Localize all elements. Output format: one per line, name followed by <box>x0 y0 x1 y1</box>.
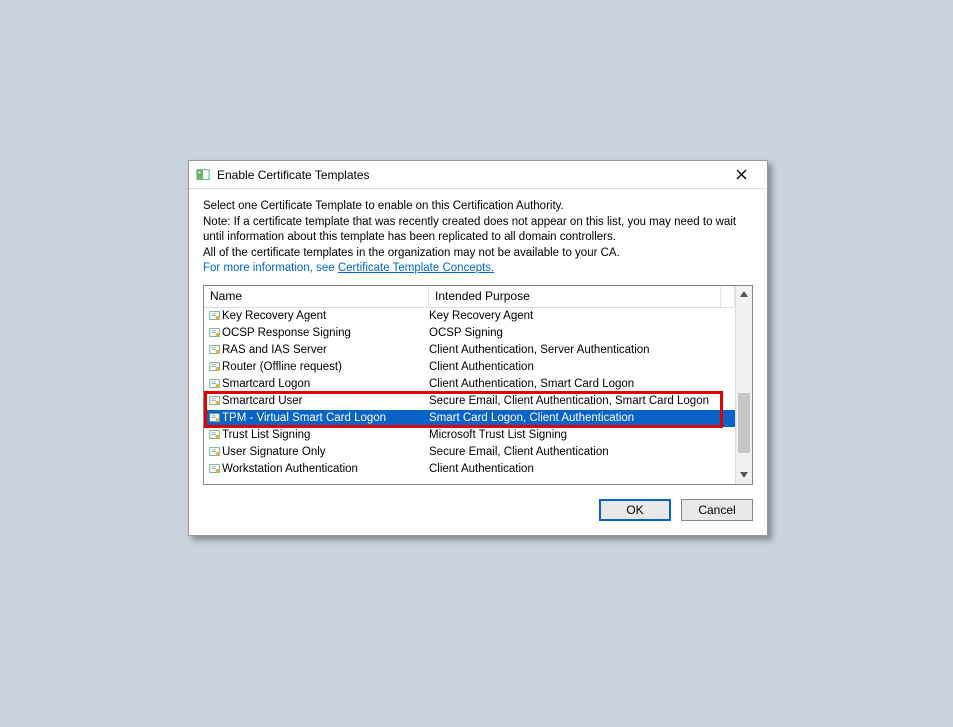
certificate-icon <box>204 309 222 323</box>
table-row[interactable]: Smartcard LogonClient Authentication, Sm… <box>204 376 735 393</box>
concepts-link[interactable]: Certificate Template Concepts. <box>338 262 494 274</box>
row-purpose: Client Authentication <box>429 361 735 373</box>
certificate-icon <box>204 411 222 425</box>
chevron-down-icon <box>740 472 748 478</box>
certificate-icon <box>204 360 222 374</box>
scrollbar-thumb[interactable] <box>738 393 750 453</box>
intro-text: Select one Certificate Template to enabl… <box>203 199 753 277</box>
certificate-template-icon <box>195 167 211 183</box>
intro-link-line: For more information, see Certificate Te… <box>203 261 753 277</box>
row-name: Smartcard User <box>222 395 429 407</box>
enable-certificate-templates-dialog: Enable Certificate Templates Select one … <box>188 160 768 536</box>
table-row[interactable]: User Signature OnlySecure Email, Client … <box>204 444 735 461</box>
row-name: Key Recovery Agent <box>222 310 429 322</box>
titlebar: Enable Certificate Templates <box>189 161 767 189</box>
dialog-body: Select one Certificate Template to enabl… <box>189 189 767 535</box>
ok-button[interactable]: OK <box>599 499 671 521</box>
row-name: Workstation Authentication <box>222 463 429 475</box>
row-purpose: Key Recovery Agent <box>429 310 735 322</box>
row-name: User Signature Only <box>222 446 429 458</box>
row-purpose: OCSP Signing <box>429 327 735 339</box>
row-name: OCSP Response Signing <box>222 327 429 339</box>
scrollbar-track[interactable] <box>736 303 752 467</box>
row-name: TPM - Virtual Smart Card Logon <box>222 412 429 424</box>
table-row[interactable]: Workstation AuthenticationClient Authent… <box>204 461 735 478</box>
template-list: Name Intended Purpose Key Recovery Agent… <box>203 285 753 485</box>
certificate-icon <box>204 428 222 442</box>
scroll-up-button[interactable] <box>736 286 752 303</box>
vertical-scrollbar[interactable] <box>735 286 752 484</box>
close-icon <box>736 169 747 180</box>
intro-line-3: All of the certificate templates in the … <box>203 246 753 262</box>
column-headers: Name Intended Purpose <box>204 286 735 308</box>
row-purpose: Smart Card Logon, Client Authentication <box>429 412 735 424</box>
table-row[interactable]: Router (Offline request)Client Authentic… <box>204 359 735 376</box>
table-row[interactable]: RAS and IAS ServerClient Authentication,… <box>204 342 735 359</box>
certificate-icon <box>204 394 222 408</box>
certificate-icon <box>204 462 222 476</box>
table-row[interactable]: Key Recovery AgentKey Recovery Agent <box>204 308 735 325</box>
row-purpose: Microsoft Trust List Signing <box>429 429 735 441</box>
cancel-button[interactable]: Cancel <box>681 499 753 521</box>
rows-container: Key Recovery AgentKey Recovery Agent OCS… <box>204 308 735 478</box>
button-row: OK Cancel <box>203 499 753 521</box>
close-button[interactable] <box>721 164 761 186</box>
certificate-icon <box>204 445 222 459</box>
row-name: Trust List Signing <box>222 429 429 441</box>
link-prefix: For more information, see <box>203 262 338 274</box>
row-purpose: Client Authentication, Smart Card Logon <box>429 378 735 390</box>
intro-line-1: Select one Certificate Template to enabl… <box>203 199 753 215</box>
column-header-spacer <box>721 286 735 307</box>
intro-line-2: Note: If a certificate template that was… <box>203 215 753 246</box>
row-name: Router (Offline request) <box>222 361 429 373</box>
row-name: RAS and IAS Server <box>222 344 429 356</box>
certificate-icon <box>204 377 222 391</box>
row-purpose: Client Authentication <box>429 463 735 475</box>
table-row[interactable]: OCSP Response SigningOCSP Signing <box>204 325 735 342</box>
row-purpose: Client Authentication, Server Authentica… <box>429 344 735 356</box>
row-purpose: Secure Email, Client Authentication <box>429 446 735 458</box>
table-row[interactable]: TPM - Virtual Smart Card LogonSmart Card… <box>204 410 735 427</box>
table-row[interactable]: Smartcard UserSecure Email, Client Authe… <box>204 393 735 410</box>
certificate-icon <box>204 343 222 357</box>
column-header-name[interactable]: Name <box>204 286 429 307</box>
row-name: Smartcard Logon <box>222 378 429 390</box>
row-purpose: Secure Email, Client Authentication, Sma… <box>429 395 735 407</box>
table-row[interactable]: Trust List SigningMicrosoft Trust List S… <box>204 427 735 444</box>
column-header-purpose[interactable]: Intended Purpose <box>429 286 721 307</box>
chevron-up-icon <box>740 291 748 297</box>
certificate-icon <box>204 326 222 340</box>
scroll-down-button[interactable] <box>736 467 752 484</box>
dialog-title: Enable Certificate Templates <box>217 168 721 182</box>
list-content: Name Intended Purpose Key Recovery Agent… <box>204 286 735 484</box>
